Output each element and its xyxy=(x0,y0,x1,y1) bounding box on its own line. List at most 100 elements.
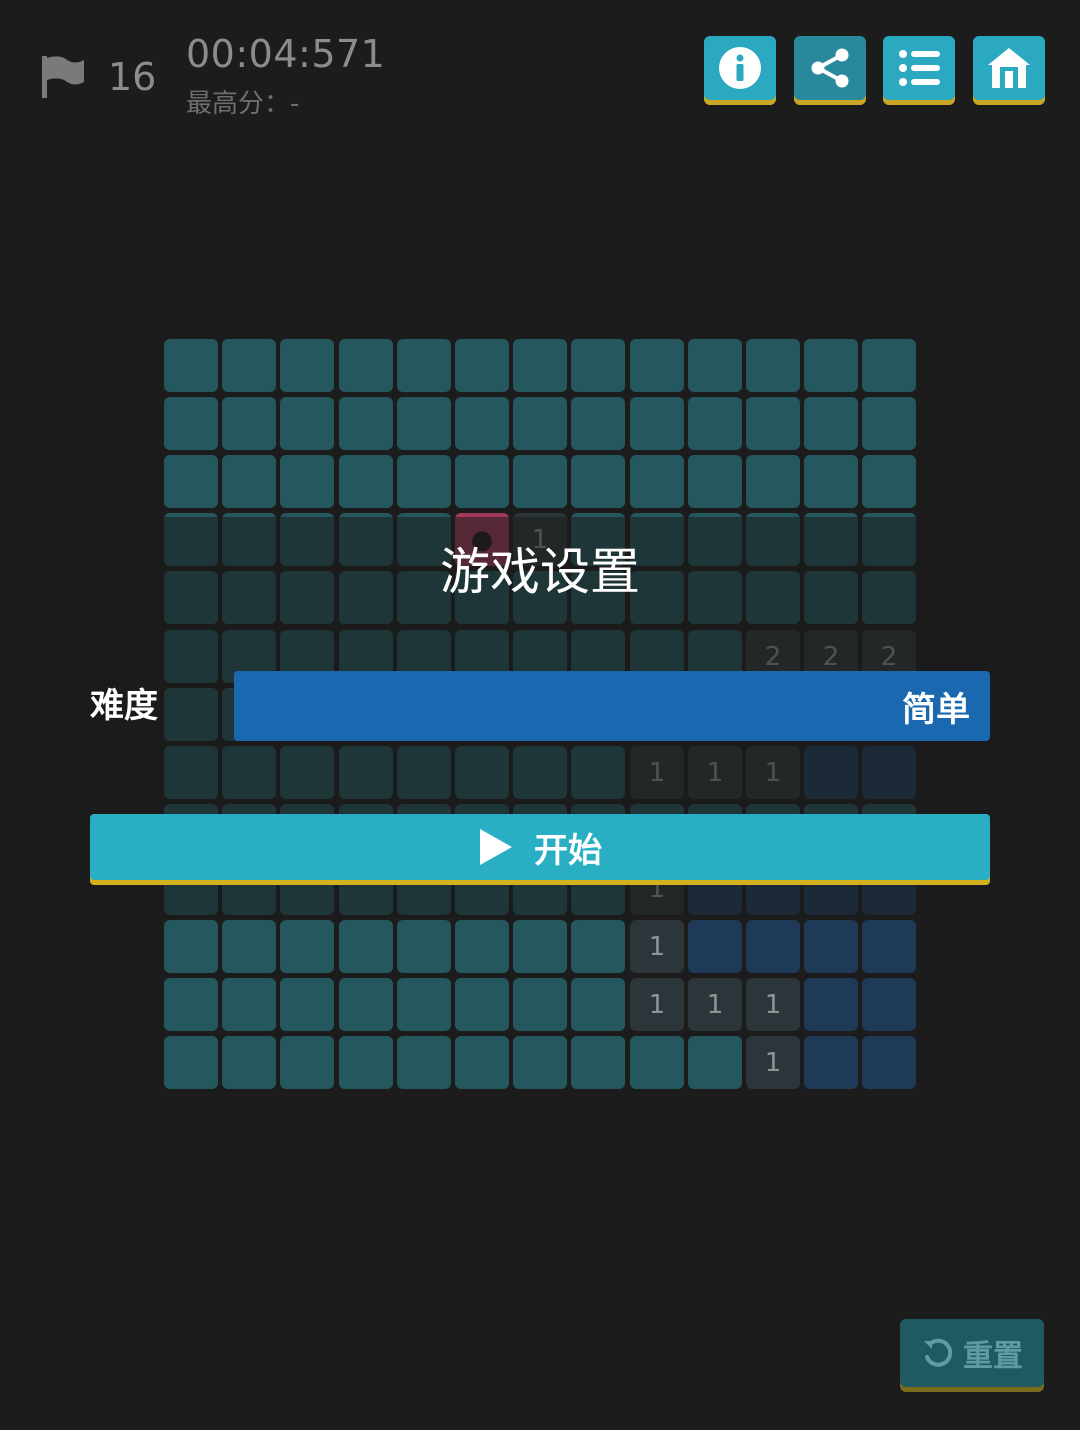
hidden-cell[interactable] xyxy=(455,455,509,508)
hidden-cell[interactable] xyxy=(746,339,800,392)
hidden-cell[interactable] xyxy=(339,1036,393,1089)
play-icon xyxy=(480,829,512,865)
hidden-cell[interactable] xyxy=(688,339,742,392)
list-icon xyxy=(899,50,940,86)
hidden-cell[interactable] xyxy=(571,339,625,392)
hidden-cell[interactable] xyxy=(222,920,276,973)
hidden-cell[interactable] xyxy=(862,397,916,450)
hidden-cell[interactable] xyxy=(513,978,567,1031)
flag-icon xyxy=(42,56,84,98)
revealed-empty-cell[interactable] xyxy=(862,1036,916,1089)
hidden-cell[interactable] xyxy=(164,397,218,450)
revealed-empty-cell[interactable] xyxy=(804,978,858,1031)
hidden-cell[interactable] xyxy=(513,397,567,450)
hidden-cell[interactable] xyxy=(339,455,393,508)
reset-label: 重置 xyxy=(963,1339,1023,1374)
hidden-cell[interactable] xyxy=(688,455,742,508)
hidden-cell[interactable] xyxy=(280,455,334,508)
hidden-cell[interactable] xyxy=(630,397,684,450)
home-button[interactable] xyxy=(973,36,1045,100)
start-button[interactable]: 开始 xyxy=(90,814,990,880)
info-icon xyxy=(719,47,761,89)
hidden-cell[interactable] xyxy=(280,397,334,450)
hidden-cell[interactable] xyxy=(164,1036,218,1089)
flag-count: 16 xyxy=(108,55,157,99)
revealed-empty-cell[interactable] xyxy=(688,920,742,973)
timer: 00:04:571 xyxy=(186,32,386,76)
hidden-cell[interactable] xyxy=(397,978,451,1031)
hidden-cell[interactable] xyxy=(571,978,625,1031)
revealed-empty-cell[interactable] xyxy=(862,920,916,973)
hidden-cell[interactable] xyxy=(397,455,451,508)
hidden-cell[interactable] xyxy=(571,397,625,450)
hidden-cell[interactable] xyxy=(746,397,800,450)
hidden-cell[interactable] xyxy=(455,1036,509,1089)
hidden-cell[interactable] xyxy=(280,339,334,392)
hidden-cell[interactable] xyxy=(397,339,451,392)
number-cell[interactable]: 1 xyxy=(630,978,684,1031)
info-button[interactable] xyxy=(704,36,776,100)
hidden-cell[interactable] xyxy=(164,978,218,1031)
revealed-empty-cell[interactable] xyxy=(804,920,858,973)
hidden-cell[interactable] xyxy=(222,397,276,450)
hidden-cell[interactable] xyxy=(862,455,916,508)
start-label: 开始 xyxy=(534,830,602,871)
hidden-cell[interactable] xyxy=(688,1036,742,1089)
difficulty-select[interactable]: 简单 xyxy=(234,671,990,741)
hidden-cell[interactable] xyxy=(455,397,509,450)
hidden-cell[interactable] xyxy=(746,455,800,508)
hidden-cell[interactable] xyxy=(571,1036,625,1089)
hidden-cell[interactable] xyxy=(339,978,393,1031)
number-cell[interactable]: 1 xyxy=(630,920,684,973)
reset-icon xyxy=(924,1338,953,1367)
hidden-cell[interactable] xyxy=(222,1036,276,1089)
hidden-cell[interactable] xyxy=(339,920,393,973)
hidden-cell[interactable] xyxy=(280,1036,334,1089)
hidden-cell[interactable] xyxy=(280,920,334,973)
hidden-cell[interactable] xyxy=(688,397,742,450)
revealed-empty-cell[interactable] xyxy=(804,1036,858,1089)
difficulty-value: 简单 xyxy=(902,689,970,730)
best-score: 最高分：- xyxy=(186,89,300,119)
list-button[interactable] xyxy=(883,36,955,100)
hidden-cell[interactable] xyxy=(339,339,393,392)
hidden-cell[interactable] xyxy=(804,339,858,392)
hidden-cell[interactable] xyxy=(397,1036,451,1089)
hidden-cell[interactable] xyxy=(164,339,218,392)
hidden-cell[interactable] xyxy=(862,339,916,392)
hidden-cell[interactable] xyxy=(397,920,451,973)
hidden-cell[interactable] xyxy=(222,339,276,392)
hidden-cell[interactable] xyxy=(513,455,567,508)
hidden-cell[interactable] xyxy=(455,339,509,392)
hidden-cell[interactable] xyxy=(571,455,625,508)
hidden-cell[interactable] xyxy=(455,978,509,1031)
hidden-cell[interactable] xyxy=(804,397,858,450)
hidden-cell[interactable] xyxy=(804,455,858,508)
share-button[interactable] xyxy=(794,36,866,100)
home-icon xyxy=(988,48,1030,88)
game-screen: 16 00:04:571 最高分：- 1 1 1 1 1 游戏设置 难度 简单 … xyxy=(0,0,1080,1430)
hidden-cell[interactable] xyxy=(513,920,567,973)
hidden-cell[interactable] xyxy=(280,978,334,1031)
hidden-cell[interactable] xyxy=(630,1036,684,1089)
revealed-empty-cell[interactable] xyxy=(862,978,916,1031)
hidden-cell[interactable] xyxy=(164,455,218,508)
hidden-cell[interactable] xyxy=(513,1036,567,1089)
hidden-cell[interactable] xyxy=(455,920,509,973)
hidden-cell[interactable] xyxy=(397,397,451,450)
hidden-cell[interactable] xyxy=(339,397,393,450)
number-cell[interactable]: 1 xyxy=(688,978,742,1031)
number-cell[interactable]: 1 xyxy=(746,1036,800,1089)
hidden-cell[interactable] xyxy=(164,920,218,973)
number-cell[interactable]: 1 xyxy=(746,978,800,1031)
hidden-cell[interactable] xyxy=(571,920,625,973)
revealed-empty-cell[interactable] xyxy=(746,920,800,973)
hidden-cell[interactable] xyxy=(630,339,684,392)
hidden-cell[interactable] xyxy=(630,455,684,508)
hidden-cell[interactable] xyxy=(222,978,276,1031)
difficulty-label: 难度 xyxy=(90,686,158,726)
reset-button[interactable]: 重置 xyxy=(900,1319,1044,1387)
hidden-cell[interactable] xyxy=(222,455,276,508)
hidden-cell[interactable] xyxy=(513,339,567,392)
dialog-title: 游戏设置 xyxy=(440,543,640,601)
